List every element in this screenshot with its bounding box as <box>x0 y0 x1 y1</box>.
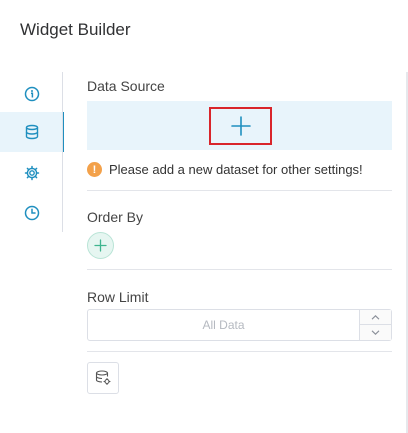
sidebar-item-settings[interactable] <box>0 153 63 193</box>
row-limit-field <box>87 309 392 341</box>
dataset-settings-icon <box>95 370 111 386</box>
order-by-label: Order By <box>87 209 144 225</box>
section-divider <box>87 269 392 270</box>
page-title: Widget Builder <box>20 20 131 39</box>
sidebar-divider <box>62 72 63 232</box>
sidebar-item-data[interactable] <box>0 112 64 152</box>
add-dataset-button[interactable] <box>209 107 272 145</box>
add-order-by-button[interactable] <box>87 232 114 259</box>
section-divider <box>87 190 392 191</box>
data-source-label: Data Source <box>87 78 165 94</box>
data-source-area <box>87 101 392 150</box>
sidebar-rail <box>0 72 64 233</box>
stepper-decrement-button[interactable] <box>360 325 391 340</box>
info-icon <box>24 86 39 102</box>
chevron-down-icon <box>371 330 380 335</box>
clock-icon <box>24 205 39 221</box>
sidebar-item-schedule[interactable] <box>0 193 63 233</box>
row-limit-label: Row Limit <box>87 289 149 305</box>
dataset-settings-button[interactable] <box>87 362 119 394</box>
row-limit-input[interactable] <box>88 310 359 340</box>
warning-icon: ! <box>87 162 102 177</box>
gear-icon <box>24 165 39 181</box>
dataset-warning-text: Please add a new dataset for other setti… <box>109 162 363 177</box>
database-icon <box>25 124 38 140</box>
section-divider <box>87 351 392 352</box>
dataset-warning: ! Please add a new dataset for other set… <box>87 162 363 177</box>
chevron-up-icon <box>371 314 380 320</box>
row-limit-stepper <box>359 310 391 340</box>
plus-icon <box>94 239 107 252</box>
sidebar-item-info[interactable] <box>0 74 63 114</box>
plus-icon <box>230 116 251 136</box>
stepper-increment-button[interactable] <box>360 310 391 325</box>
